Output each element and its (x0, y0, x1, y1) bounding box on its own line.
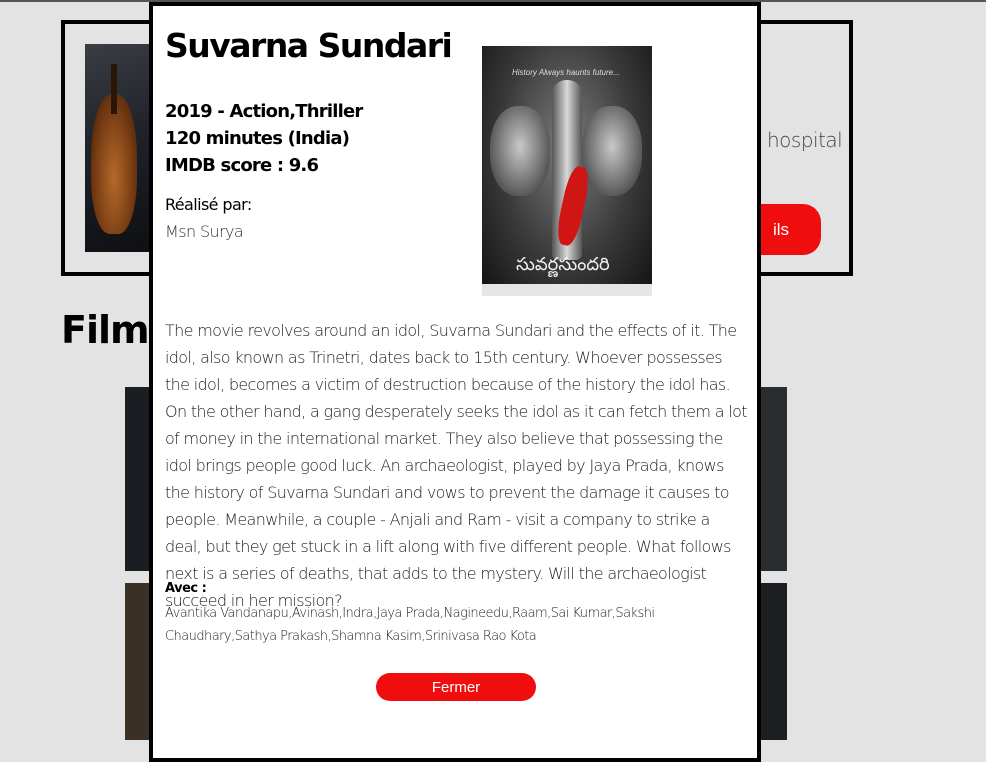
featured-movie-poster (85, 44, 151, 252)
featured-movie-description: hospital (767, 128, 843, 152)
movie-title: Suvarna Sundari (165, 26, 453, 65)
poster-credits-band (482, 284, 652, 296)
movie-poster: History Always haunts future... సువర్ణసు… (482, 46, 652, 296)
movie-year-genre: 2019 - Action,Thriller (165, 101, 363, 122)
movie-details-modal: Suvarna Sundari 2019 - Action,Thriller 1… (149, 2, 761, 762)
movie-meta: 2019 - Action,Thriller 120 minutes (Indi… (165, 98, 363, 179)
movie-imdb-score: IMDB score : 9.6 (165, 155, 319, 176)
violin-neck-decor (111, 64, 117, 114)
poster-face-left (490, 106, 550, 196)
movie-duration: 120 minutes (India) (165, 128, 350, 149)
cast-label: Avec : (165, 581, 207, 596)
director-label: Réalisé par: (165, 195, 252, 214)
poster-tagline: History Always haunts future... (512, 68, 620, 77)
close-button[interactable]: Fermer (376, 673, 536, 701)
movie-card-thumbnail[interactable] (125, 387, 151, 571)
violin-icon (91, 94, 137, 234)
poster-title-telugu: సువర్ణసుందరి (516, 254, 610, 275)
movie-card-thumbnail[interactable] (761, 387, 787, 571)
movie-card-thumbnail[interactable] (125, 583, 151, 740)
director-name: Msn Surya (165, 222, 244, 241)
movie-card-thumbnail[interactable] (761, 583, 787, 740)
movie-synopsis: The movie revolves around an idol, Suvar… (165, 321, 747, 610)
poster-face-right (582, 106, 642, 196)
cast-list: Avantika Vandanapu,Avinash,Indra,Jaya Pr… (165, 606, 655, 644)
